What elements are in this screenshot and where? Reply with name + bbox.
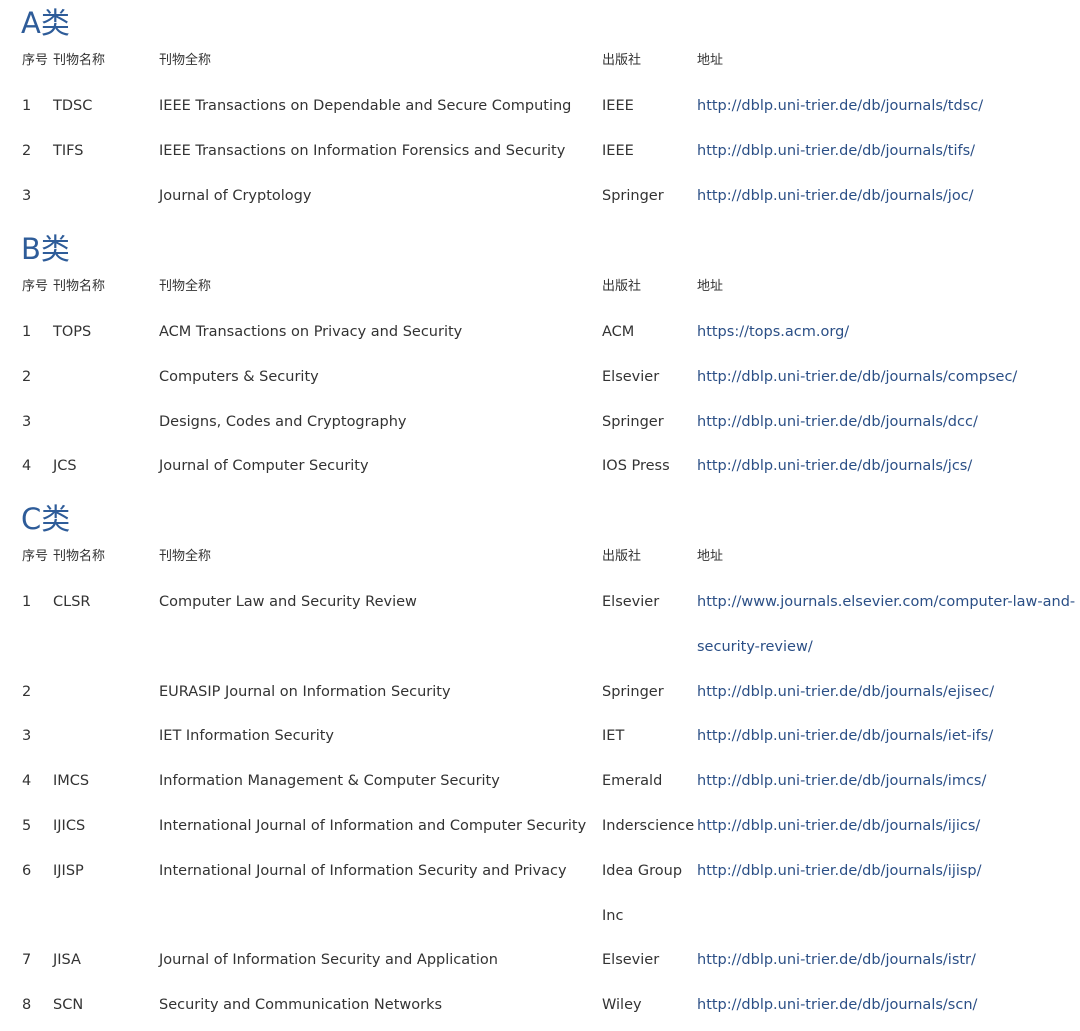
column-header-full-name: 刊物全称	[159, 279, 212, 294]
journal-publisher: IEEE	[602, 98, 634, 114]
journal-abbreviation: TDSC	[53, 98, 93, 114]
journal-full-name: Journal of Cryptology	[159, 187, 312, 204]
row-index: 1	[22, 594, 32, 610]
journal-url-link[interactable]: http://dblp.uni-trier.de/db/journals/iji…	[697, 816, 980, 836]
row-index: 2	[22, 142, 32, 159]
journal-list-document: A类 序号 刊物名称 刊物全称 出版社 地址 1 TDSC IEEE Transactions …	[0, 0, 1080, 1031]
journal-publisher: IEEE	[602, 142, 634, 159]
journal-publisher: Elsevier	[602, 594, 660, 610]
journal-url-link[interactable]: http://dblp.uni-trier.de/db/journals/iji…	[697, 861, 982, 881]
journal-full-name: Computer Law and Security Review	[159, 594, 417, 610]
column-header-full-name: 刊物全称	[159, 53, 212, 68]
journal-abbreviation: CLSR	[53, 594, 91, 610]
column-header-url: 地址	[697, 53, 724, 68]
journal-full-name: EURASIP Journal on Information Security	[159, 683, 451, 700]
journal-publisher: Emerald	[602, 773, 663, 790]
journal-url-link[interactable]: http://dblp.uni-trier.de/db/journals/eji…	[697, 682, 994, 702]
journal-url-link[interactable]: https://tops.acm.org/	[697, 322, 849, 342]
row-index: 6	[22, 862, 32, 879]
row-index: 1	[22, 98, 32, 114]
journal-full-name: International Journal of Information and…	[159, 818, 587, 834]
journal-publisher: Elsevier	[602, 368, 660, 385]
journal-publisher: IET	[602, 728, 625, 745]
journal-publisher: Idea Group	[602, 862, 683, 879]
journal-url-link[interactable]: security-review/	[697, 637, 813, 657]
journal-url-link[interactable]: http://www.journals.elsevier.com/compute…	[697, 592, 1075, 612]
journal-url-link[interactable]: http://dblp.uni-trier.de/db/journals/dcc…	[697, 412, 978, 432]
row-index: 1	[22, 324, 32, 340]
journal-abbreviation: JISA	[53, 952, 81, 969]
column-header-abbr: 刊物名称	[53, 53, 106, 68]
section-heading: C类	[21, 502, 71, 536]
journal-publisher: Wiley	[602, 997, 642, 1014]
journal-url-link[interactable]: http://dblp.uni-trier.de/db/journals/tds…	[697, 96, 983, 116]
journal-abbreviation: IJISP	[53, 862, 84, 879]
journal-abbreviation: TOPS	[53, 324, 92, 340]
journal-abbreviation: IJICS	[53, 818, 86, 834]
column-header-abbr: 刊物名称	[53, 549, 106, 564]
row-index: 3	[22, 413, 32, 430]
journal-full-name: Security and Communication Networks	[159, 997, 443, 1014]
row-index: 3	[22, 728, 32, 745]
journal-url-link[interactable]: http://dblp.uni-trier.de/db/journals/ist…	[697, 950, 976, 970]
row-index: 3	[22, 187, 32, 204]
column-header-full-name: 刊物全称	[159, 549, 212, 564]
column-header-index: 序号	[22, 279, 49, 294]
journal-url-link[interactable]: http://dblp.uni-trier.de/db/journals/jcs…	[697, 456, 972, 476]
journal-url-link[interactable]: http://dblp.uni-trier.de/db/journals/imc…	[697, 771, 986, 791]
journal-publisher: ACM	[602, 324, 635, 340]
journal-publisher: Inc	[602, 907, 624, 924]
journal-publisher: Elsevier	[602, 952, 660, 969]
journal-abbreviation: JCS	[53, 458, 77, 475]
journal-publisher: IOS Press	[602, 458, 670, 475]
journal-full-name: ACM Transactions on Privacy and Security	[159, 324, 463, 340]
journal-full-name: Journal of Information Security and Appl…	[159, 952, 498, 969]
row-index: 5	[22, 818, 32, 834]
row-index: 4	[22, 773, 32, 790]
row-index: 2	[22, 368, 32, 385]
row-index: 8	[22, 997, 32, 1014]
column-header-index: 序号	[22, 549, 49, 564]
column-header-index: 序号	[22, 53, 49, 68]
journal-full-name: Journal of Computer Security	[159, 458, 369, 475]
journal-abbreviation: IMCS	[53, 773, 90, 790]
column-header-url: 地址	[697, 279, 724, 294]
section-heading: B类	[21, 232, 70, 266]
journal-full-name: IET Information Security	[159, 728, 334, 745]
journal-url-link[interactable]: http://dblp.uni-trier.de/db/journals/com…	[697, 367, 1017, 387]
journal-publisher: Springer	[602, 413, 664, 430]
journal-publisher: Springer	[602, 187, 664, 204]
journal-url-link[interactable]: http://dblp.uni-trier.de/db/journals/iet…	[697, 726, 993, 746]
journal-url-link[interactable]: http://dblp.uni-trier.de/db/journals/scn…	[697, 995, 977, 1015]
row-index: 7	[22, 952, 32, 969]
row-index: 4	[22, 458, 32, 475]
journal-full-name: International Journal of Information Sec…	[159, 862, 567, 879]
journal-url-link[interactable]: http://dblp.uni-trier.de/db/journals/joc…	[697, 186, 974, 206]
journal-full-name: IEEE Transactions on Information Forensi…	[159, 142, 566, 159]
journal-full-name: IEEE Transactions on Dependable and Secu…	[159, 98, 572, 114]
column-header-publisher: 出版社	[602, 549, 642, 564]
column-header-publisher: 出版社	[602, 279, 642, 294]
journal-url-link[interactable]: http://dblp.uni-trier.de/db/journals/tif…	[697, 141, 975, 161]
journal-publisher: Inderscience	[602, 818, 695, 834]
row-index: 2	[22, 683, 32, 700]
journal-publisher: Springer	[602, 683, 664, 700]
column-header-abbr: 刊物名称	[53, 279, 106, 294]
journal-abbreviation: TIFS	[53, 142, 84, 159]
column-header-publisher: 出版社	[602, 53, 642, 68]
journal-full-name: Computers & Security	[159, 368, 319, 385]
section-heading: A类	[21, 6, 70, 40]
journal-abbreviation: SCN	[53, 997, 84, 1014]
journal-full-name: Designs, Codes and Cryptography	[159, 413, 407, 430]
column-header-url: 地址	[697, 549, 724, 564]
journal-full-name: Information Management & Computer Securi…	[159, 773, 500, 790]
